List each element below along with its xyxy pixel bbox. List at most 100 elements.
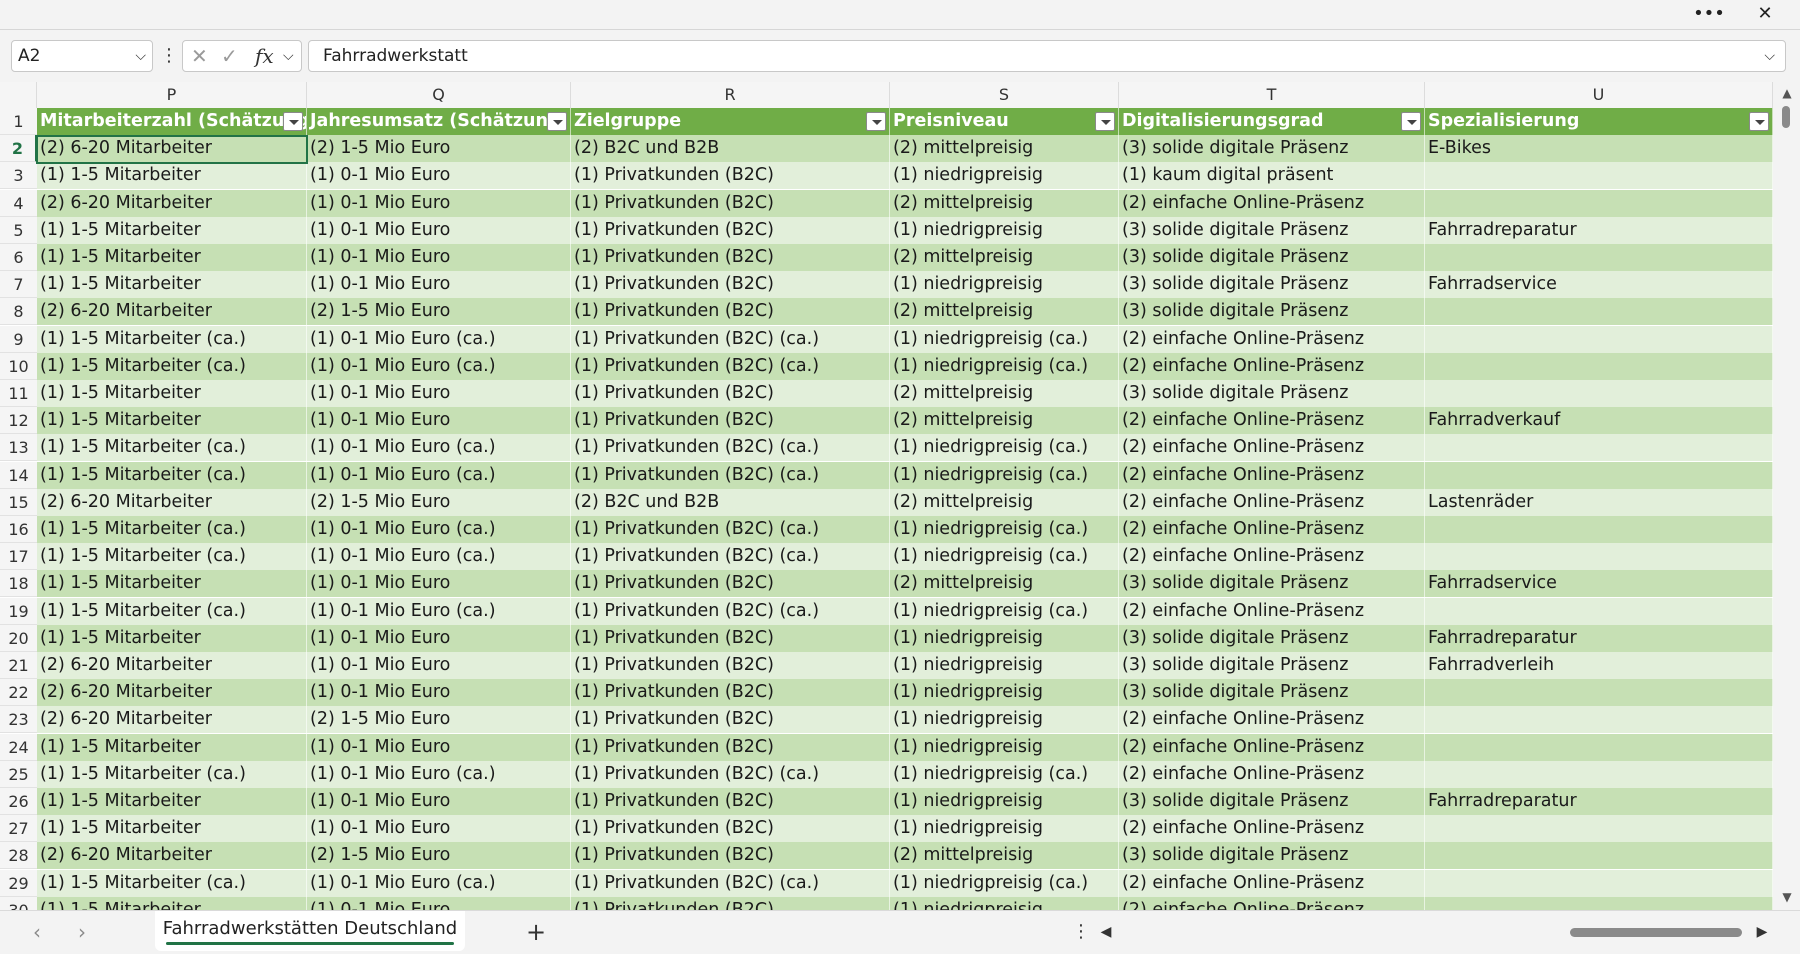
header-cell-p[interactable]: Mitarbeiterzahl (Schätzung)	[37, 108, 307, 135]
insert-function-icon[interactable]: fx	[255, 41, 274, 71]
cell-p[interactable]: (1) 1-5 Mitarbeiter	[37, 407, 307, 435]
cell-s[interactable]: (1) niedrigpreisig	[890, 679, 1119, 707]
cell-q[interactable]: (1) 0-1 Mio Euro	[307, 679, 571, 707]
cell-t[interactable]: (3) solide digitale Präsenz	[1119, 652, 1425, 679]
scroll-up-icon[interactable]: ▲	[1780, 86, 1794, 100]
row-header[interactable]: 21	[0, 652, 37, 679]
column-header-t[interactable]: T	[1119, 82, 1425, 108]
cell-p[interactable]: (1) 1-5 Mitarbeiter (ca.)	[37, 325, 307, 353]
cell-t[interactable]: (2) einfache Online-Präsenz	[1119, 488, 1425, 516]
row-header[interactable]: 14	[0, 461, 37, 489]
cell-p[interactable]: (1) 1-5 Mitarbeiter (ca.)	[37, 760, 307, 788]
cell-s[interactable]: (1) niedrigpreisig	[890, 162, 1119, 190]
row-header[interactable]: 9	[0, 325, 37, 353]
cell-s[interactable]: (2) mittelpreisig	[890, 570, 1119, 598]
cell-u[interactable]	[1425, 298, 1773, 326]
cell-q[interactable]: (1) 0-1 Mio Euro (ca.)	[307, 760, 571, 788]
cell-p[interactable]: (1) 1-5 Mitarbeiter	[37, 624, 307, 652]
cell-p[interactable]: (1) 1-5 Mitarbeiter	[37, 788, 307, 815]
cell-r[interactable]: (1) Privatkunden (B2C)	[571, 380, 890, 407]
column-header-u[interactable]: U	[1425, 82, 1773, 108]
cell-q[interactable]: (1) 0-1 Mio Euro (ca.)	[307, 869, 571, 897]
cell-s[interactable]: (1) niedrigpreisig (ca.)	[890, 543, 1119, 571]
cell-p[interactable]: (1) 1-5 Mitarbeiter (ca.)	[37, 869, 307, 897]
cell-q[interactable]: (1) 0-1 Mio Euro	[307, 652, 571, 679]
cell-u[interactable]	[1425, 733, 1773, 761]
add-sheet-button[interactable]: +	[522, 919, 550, 945]
cell-r[interactable]: (1) Privatkunden (B2C) (ca.)	[571, 516, 890, 543]
cell-r[interactable]: (1) Privatkunden (B2C)	[571, 216, 890, 244]
header-cell-q[interactable]: Jahresumsatz (Schätzung)	[307, 108, 571, 135]
row-header[interactable]: 8	[0, 298, 37, 326]
column-header-s[interactable]: S	[890, 82, 1119, 108]
cell-p[interactable]: (2) 6-20 Mitarbeiter	[37, 679, 307, 707]
cell-s[interactable]: (2) mittelpreisig	[890, 244, 1119, 271]
header-cell-r[interactable]: Zielgruppe	[571, 108, 890, 135]
cell-u[interactable]: Lastenräder	[1425, 488, 1773, 516]
cell-s[interactable]: (1) niedrigpreisig (ca.)	[890, 325, 1119, 353]
cell-p[interactable]: (2) 6-20 Mitarbeiter	[37, 189, 307, 217]
cell-s[interactable]: (1) niedrigpreisig	[890, 815, 1119, 843]
cell-t[interactable]: (3) solide digitale Präsenz	[1119, 216, 1425, 244]
sheet-tab-fahrradwerkstaetten[interactable]: Fahrradwerkstätten Deutschland	[155, 911, 465, 951]
cell-p[interactable]: (1) 1-5 Mitarbeiter	[37, 216, 307, 244]
cell-u[interactable]	[1425, 461, 1773, 489]
cell-r[interactable]: (1) Privatkunden (B2C)	[571, 162, 890, 190]
cell-s[interactable]: (1) niedrigpreisig (ca.)	[890, 352, 1119, 380]
cell-p[interactable]: (1) 1-5 Mitarbeiter	[37, 733, 307, 761]
cell-s[interactable]: (1) niedrigpreisig (ca.)	[890, 516, 1119, 543]
row-header[interactable]: 17	[0, 543, 37, 571]
cell-p[interactable]: (2) 6-20 Mitarbeiter	[37, 298, 307, 326]
cell-r[interactable]: (1) Privatkunden (B2C)	[571, 407, 890, 435]
cell-r[interactable]: (1) Privatkunden (B2C)	[571, 189, 890, 217]
cell-q[interactable]: (1) 0-1 Mio Euro	[307, 896, 571, 910]
filter-dropdown-icon[interactable]	[1749, 112, 1769, 131]
filter-dropdown-icon[interactable]	[547, 112, 567, 131]
cell-t[interactable]: (3) solide digitale Präsenz	[1119, 244, 1425, 271]
cell-u[interactable]	[1425, 543, 1773, 571]
cell-s[interactable]: (1) niedrigpreisig (ca.)	[890, 597, 1119, 625]
cell-r[interactable]: (1) Privatkunden (B2C) (ca.)	[571, 434, 890, 462]
cell-q[interactable]: (1) 0-1 Mio Euro	[307, 788, 571, 815]
cell-t[interactable]: (2) einfache Online-Präsenz	[1119, 189, 1425, 217]
row-header[interactable]: 2	[0, 135, 37, 163]
cell-t[interactable]: (3) solide digitale Präsenz	[1119, 788, 1425, 815]
cell-r[interactable]: (1) Privatkunden (B2C)	[571, 788, 890, 815]
cell-r[interactable]: (2) B2C und B2B	[571, 488, 890, 516]
cell-p[interactable]: (1) 1-5 Mitarbeiter (ca.)	[37, 352, 307, 380]
cell-t[interactable]: (2) einfache Online-Präsenz	[1119, 407, 1425, 435]
row-header[interactable]: 12	[0, 407, 37, 435]
chevron-down-icon[interactable]: ⌵	[283, 41, 294, 71]
select-all-corner[interactable]	[0, 82, 37, 108]
cell-r[interactable]: (1) Privatkunden (B2C) (ca.)	[571, 543, 890, 571]
header-cell-u[interactable]: Spezialisierung	[1425, 108, 1773, 135]
cell-u[interactable]	[1425, 244, 1773, 271]
cell-s[interactable]: (1) niedrigpreisig	[890, 788, 1119, 815]
cell-q[interactable]: (1) 0-1 Mio Euro (ca.)	[307, 461, 571, 489]
enter-icon[interactable]: ✓	[221, 41, 238, 71]
cell-q[interactable]: (1) 0-1 Mio Euro	[307, 624, 571, 652]
cell-s[interactable]: (2) mittelpreisig	[890, 488, 1119, 516]
cell-p[interactable]: (1) 1-5 Mitarbeiter	[37, 271, 307, 299]
more-options-button[interactable]: •••	[1686, 0, 1732, 30]
row-header[interactable]: 5	[0, 216, 37, 244]
cell-r[interactable]: (1) Privatkunden (B2C)	[571, 842, 890, 870]
row-header[interactable]: 7	[0, 271, 37, 299]
cell-q[interactable]: (1) 0-1 Mio Euro	[307, 570, 571, 598]
cell-r[interactable]: (1) Privatkunden (B2C) (ca.)	[571, 325, 890, 353]
horizontal-scrollbar[interactable]: ◀ ▶	[1098, 919, 1778, 945]
cell-t[interactable]: (3) solide digitale Präsenz	[1119, 842, 1425, 870]
cell-r[interactable]: (1) Privatkunden (B2C)	[571, 679, 890, 707]
cell-t[interactable]: (3) solide digitale Präsenz	[1119, 135, 1425, 163]
cell-t[interactable]: (2) einfache Online-Präsenz	[1119, 597, 1425, 625]
cell-s[interactable]: (2) mittelpreisig	[890, 842, 1119, 870]
cell-r[interactable]: (1) Privatkunden (B2C)	[571, 624, 890, 652]
cell-u[interactable]: Fahrradservice	[1425, 570, 1773, 598]
scroll-down-icon[interactable]: ▼	[1780, 890, 1794, 904]
cell-q[interactable]: (2) 1-5 Mio Euro	[307, 842, 571, 870]
scroll-right-icon[interactable]: ▶	[1754, 919, 1770, 945]
cell-p[interactable]: (2) 6-20 Mitarbeiter	[37, 488, 307, 516]
row-header[interactable]: 25	[0, 760, 37, 788]
cell-u[interactable]	[1425, 760, 1773, 788]
cell-t[interactable]: (2) einfache Online-Präsenz	[1119, 815, 1425, 843]
